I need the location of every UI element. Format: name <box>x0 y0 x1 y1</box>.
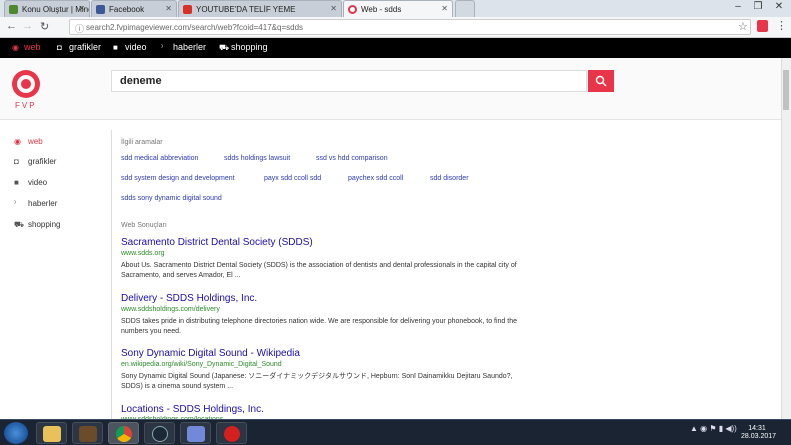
result-title[interactable]: Sacramento District Dental Society (SDDS… <box>121 237 313 248</box>
taskbar-explorer[interactable] <box>36 422 67 444</box>
related-link[interactable]: sdd system design and development <box>121 175 235 182</box>
clock-time: 14:31 <box>748 425 766 432</box>
taskbar-app[interactable] <box>216 422 247 444</box>
forward-icon[interactable]: → <box>22 20 33 32</box>
sidebar-item-haberler[interactable]: ⁾ haberler <box>14 199 57 208</box>
nav-shopping[interactable]: ⛟ shopping <box>219 42 268 53</box>
result-snippet: Sony Dynamic Digital Sound (Japanese: ソニ… <box>121 373 513 390</box>
record-icon <box>224 426 240 442</box>
sidebar-item-shopping[interactable]: ⛟ shopping <box>14 220 60 230</box>
tab-facebook[interactable]: Facebook ✕ <box>91 0 177 17</box>
result-title[interactable]: Delivery - SDDS Holdings, Inc. <box>121 293 257 304</box>
sidebar-item-web[interactable]: ◉ web <box>14 137 43 146</box>
rss-icon: ⁾ <box>161 43 163 52</box>
maximize-button[interactable]: ❐ <box>748 1 768 12</box>
steam-icon <box>152 426 168 442</box>
related-heading: İlgili aramalar <box>121 139 163 146</box>
tab-web-sdds[interactable]: Web - sdds ✕ <box>343 0 453 17</box>
new-tab-button[interactable] <box>455 0 475 17</box>
search-icon <box>595 75 607 87</box>
clock-date: 28.03.2017 <box>741 433 777 440</box>
browser-toolbar: ← → ↻ ⓘ search2.fvpimageviewer.com/searc… <box>0 17 791 38</box>
taskbar-minecraft[interactable] <box>72 422 103 444</box>
sidebar-item-grafikler[interactable]: ◘ grafikler <box>14 157 56 166</box>
close-tab-icon[interactable]: ✕ <box>330 4 337 13</box>
camera-icon: ◘ <box>57 43 62 52</box>
rss-icon: ⁾ <box>14 199 16 208</box>
minimize-button[interactable]: – <box>728 1 748 12</box>
bookmark-star-icon[interactable]: ☆ <box>738 20 748 33</box>
related-link[interactable]: sdd medical abbreviation <box>121 155 198 162</box>
result-url: en.wikipedia.org/wiki/Sony_Dynamic_Digit… <box>121 361 282 368</box>
folder-icon <box>43 426 61 442</box>
page-scrollbar[interactable] <box>781 58 791 419</box>
taskbar-chrome[interactable] <box>108 422 139 444</box>
reload-icon[interactable]: ↻ <box>40 20 49 33</box>
address-bar[interactable]: ⓘ search2.fvpimageviewer.com/search/web?… <box>69 19 751 35</box>
back-icon[interactable]: ← <box>6 20 17 32</box>
taskbar: ▲ ◉ ⚑ ▮ ◀)) <box>0 419 791 445</box>
tab-label: YOUTUBE'DA TELİF YEME <box>196 5 296 14</box>
tab-youtube[interactable]: YOUTUBE'DA TELİF YEME ✕ <box>178 0 342 17</box>
camera-icon: ◘ <box>14 157 19 166</box>
related-link[interactable]: payx sdd ccoll sdd <box>264 175 321 182</box>
result-url: www.sddsholdings.com/delivery <box>121 306 220 313</box>
fvp-logo-icon[interactable] <box>10 68 42 100</box>
result-title[interactable]: Locations - SDDS Holdings, Inc. <box>121 404 264 415</box>
facebook-favicon-icon <box>96 5 105 14</box>
info-icon[interactable]: ⓘ <box>75 22 84 35</box>
taskbar-discord[interactable] <box>180 422 211 444</box>
result-title[interactable]: Sony Dynamic Digital Sound - Wikipedia <box>121 348 300 359</box>
nav-haberler[interactable]: ⁾ haberler <box>161 42 206 52</box>
extension-icon[interactable] <box>757 20 768 32</box>
taskbar-clock[interactable]: 14:31 28.03.2017 <box>741 425 777 441</box>
search-button[interactable] <box>588 70 614 92</box>
nav-video[interactable]: ■ video <box>113 42 147 52</box>
minecraft-icon <box>79 426 97 442</box>
circle-target-icon: ◉ <box>12 43 19 52</box>
related-link[interactable]: ssd vs hdd comparison <box>316 155 388 162</box>
sidebar-divider <box>111 130 112 420</box>
system-tray[interactable]: ▲ ◉ ⚑ ▮ ◀)) <box>690 424 737 433</box>
result-snippet: About Us. Sacramento District Dental Soc… <box>121 262 517 279</box>
tab-label: Web - sdds <box>361 5 402 14</box>
start-button[interactable] <box>4 422 28 444</box>
scrollbar-thumb[interactable] <box>783 70 789 110</box>
tab-strip: Konu Oluştur | Minecraft ✕ Facebook ✕ YO… <box>0 0 791 17</box>
chrome-icon <box>116 426 132 442</box>
related-link[interactable]: sdds sony dynamic digital sound <box>121 195 222 202</box>
fvp-favicon-icon <box>348 5 357 14</box>
tab-label: Facebook <box>109 5 145 14</box>
logo-text: FVP <box>15 101 37 110</box>
site-nav: ◉ web ◘ grafikler ■ video ⁾ haberler ⛟ shoppi… <box>0 38 791 58</box>
circle-target-icon: ◉ <box>14 137 21 146</box>
cart-icon: ⛟ <box>219 43 230 52</box>
youtube-favicon-icon <box>183 5 192 14</box>
close-tab-icon[interactable]: ✕ <box>165 4 172 13</box>
tab-minecraft[interactable]: Konu Oluştur | Minecraft ✕ <box>4 0 90 17</box>
result-snippet: SDDS takes pride in distributing telepho… <box>121 318 517 335</box>
close-window-button[interactable]: ✕ <box>769 1 789 12</box>
video-icon: ■ <box>113 43 118 52</box>
nav-grafikler[interactable]: ◘ grafikler <box>57 42 101 52</box>
menu-icon[interactable]: ⋮ <box>776 19 787 32</box>
cart-icon: ⛟ <box>14 220 25 229</box>
related-link[interactable]: sdds holdings lawsuit <box>224 155 290 162</box>
minecraft-favicon-icon <box>9 5 18 14</box>
result-url: www.sdds.org <box>121 250 165 257</box>
related-link[interactable]: paychex sdd ccoll <box>348 175 403 182</box>
close-tab-icon[interactable]: ✕ <box>78 4 85 13</box>
video-icon: ■ <box>14 178 19 187</box>
taskbar-steam[interactable] <box>144 422 175 444</box>
nav-web[interactable]: ◉ web <box>12 42 41 52</box>
search-input[interactable]: deneme <box>111 70 587 92</box>
sidebar-item-video[interactable]: ■ video <box>14 178 47 187</box>
close-tab-icon[interactable]: ✕ <box>441 4 448 13</box>
related-link[interactable]: sdd disorder <box>430 175 469 182</box>
discord-icon <box>187 426 205 442</box>
url-text: search2.fvpimageviewer.com/search/web?fc… <box>86 23 304 32</box>
results-heading: Web Sonuçları <box>121 222 167 229</box>
